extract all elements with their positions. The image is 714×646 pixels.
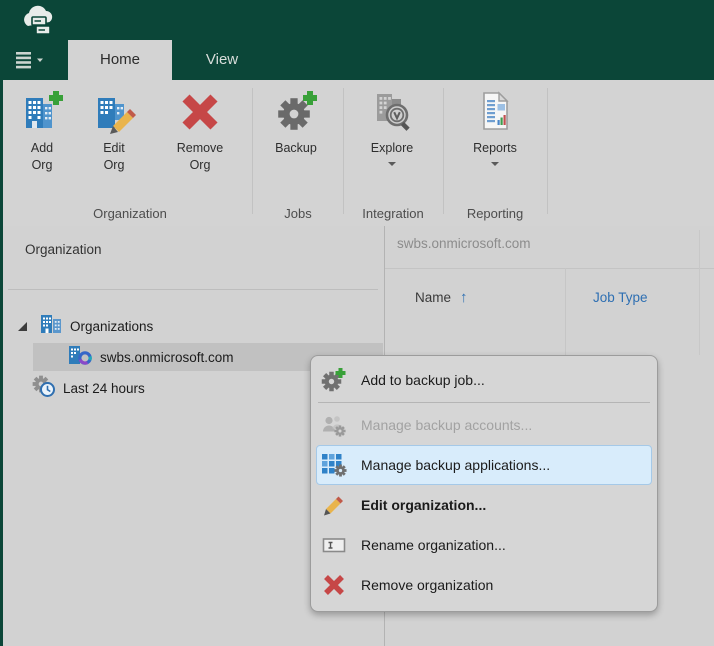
column-header-job-type[interactable]: Job Type	[593, 286, 648, 308]
explore-label: Explore	[371, 141, 413, 155]
ribbon-separator	[252, 88, 253, 214]
add-org-label-line1: Add	[10, 140, 74, 157]
ribbon: Add Org Edi	[0, 80, 714, 227]
ribbon-group-jobs: Jobs	[254, 206, 342, 221]
remove-org-button[interactable]: Remove Org	[158, 86, 242, 174]
menu-item-rename-organization[interactable]: Rename organization...	[316, 525, 652, 565]
menu-item-label: Manage backup accounts...	[361, 417, 532, 433]
ribbon-group-reporting: Reporting	[445, 206, 545, 221]
explore-button[interactable]: Explore	[352, 86, 432, 166]
last-24-hours-icon	[32, 374, 56, 403]
menu-item-label: Rename organization...	[361, 537, 506, 553]
title-bar	[0, 0, 714, 40]
explore-dropdown-caret-icon	[388, 162, 396, 166]
menu-item-manage-backup-accounts: Manage backup accounts...	[316, 405, 652, 445]
ribbon-tab-strip: Home View	[0, 40, 714, 80]
backup-label: Backup	[275, 141, 317, 155]
applications-grid-gear-icon	[321, 452, 347, 478]
selected-org-header: swbs.onmicrosoft.com	[397, 236, 531, 251]
menu-item-label: Manage backup applications...	[361, 457, 550, 473]
backup-gear-icon	[260, 86, 332, 138]
reports-icon	[455, 86, 535, 138]
menu-item-label: Edit organization...	[361, 497, 486, 513]
org-context-menu: Add to backup job... Manage backup accou…	[310, 355, 658, 612]
ribbon-group-integration: Integration	[345, 206, 441, 221]
column-name-label: Name	[415, 290, 451, 305]
column-divider	[565, 268, 566, 355]
organizations-icon	[39, 312, 63, 341]
window-left-border	[0, 80, 3, 646]
tab-view[interactable]: View	[172, 40, 272, 80]
remove-x-icon	[321, 572, 347, 598]
list-header-divider	[385, 268, 714, 269]
ribbon-separator	[443, 88, 444, 214]
ribbon-separator	[547, 88, 548, 214]
explore-icon	[352, 86, 432, 138]
organization-panel-title: Organization	[25, 242, 102, 257]
menu-item-edit-organization[interactable]: Edit organization...	[316, 485, 652, 525]
org-swbs-label: swbs.onmicrosoft.com	[100, 350, 234, 365]
main-menu-button[interactable]	[14, 51, 48, 74]
tree-expand-arrow-icon[interactable]	[18, 312, 27, 340]
edit-org-button[interactable]: Edit Org	[82, 86, 146, 174]
edit-org-label-line1: Edit	[82, 140, 146, 157]
remove-org-label-line2: Org	[158, 157, 242, 174]
menu-separator	[318, 402, 650, 403]
gear-plus-icon	[321, 367, 347, 393]
reports-label: Reports	[473, 141, 517, 155]
menu-item-manage-backup-applications[interactable]: Manage backup applications...	[316, 445, 652, 485]
menu-item-remove-organization[interactable]: Remove organization	[316, 565, 652, 605]
panel-header-divider	[8, 289, 378, 290]
menu-item-add-to-backup-job[interactable]: Add to backup job...	[316, 360, 652, 400]
ribbon-separator	[343, 88, 344, 214]
backup-button[interactable]: Backup	[260, 86, 332, 157]
app-logo-cloud-icon	[20, 5, 56, 41]
rename-field-icon	[321, 532, 347, 558]
column-header-name[interactable]: Name ↑	[415, 286, 468, 308]
add-org-button[interactable]: Add Org	[10, 86, 74, 174]
remove-org-label-line1: Remove	[158, 140, 242, 157]
pencil-icon	[321, 492, 347, 518]
reports-button[interactable]: Reports	[455, 86, 535, 166]
reports-dropdown-caret-icon	[491, 162, 499, 166]
sort-ascending-icon: ↑	[460, 289, 468, 306]
menu-item-label: Remove organization	[361, 577, 493, 593]
accounts-gear-icon	[321, 412, 347, 438]
microsoft365-org-icon	[67, 343, 93, 372]
last-24-hours-label: Last 24 hours	[63, 381, 145, 396]
remove-org-icon	[158, 86, 242, 138]
edit-org-label-line2: Org	[82, 157, 146, 174]
add-org-label-line2: Org	[10, 157, 74, 174]
menu-item-label: Add to backup job...	[361, 372, 485, 388]
scrollbar-gutter-line	[699, 230, 700, 355]
column-job-type-label: Job Type	[593, 290, 648, 305]
add-org-icon	[10, 86, 74, 138]
organizations-label: Organizations	[70, 319, 153, 334]
tab-home[interactable]: Home	[68, 40, 172, 80]
edit-org-icon	[82, 86, 146, 138]
tree-item-organizations[interactable]: Organizations	[3, 312, 384, 340]
ribbon-group-organization: Organization	[10, 206, 250, 221]
